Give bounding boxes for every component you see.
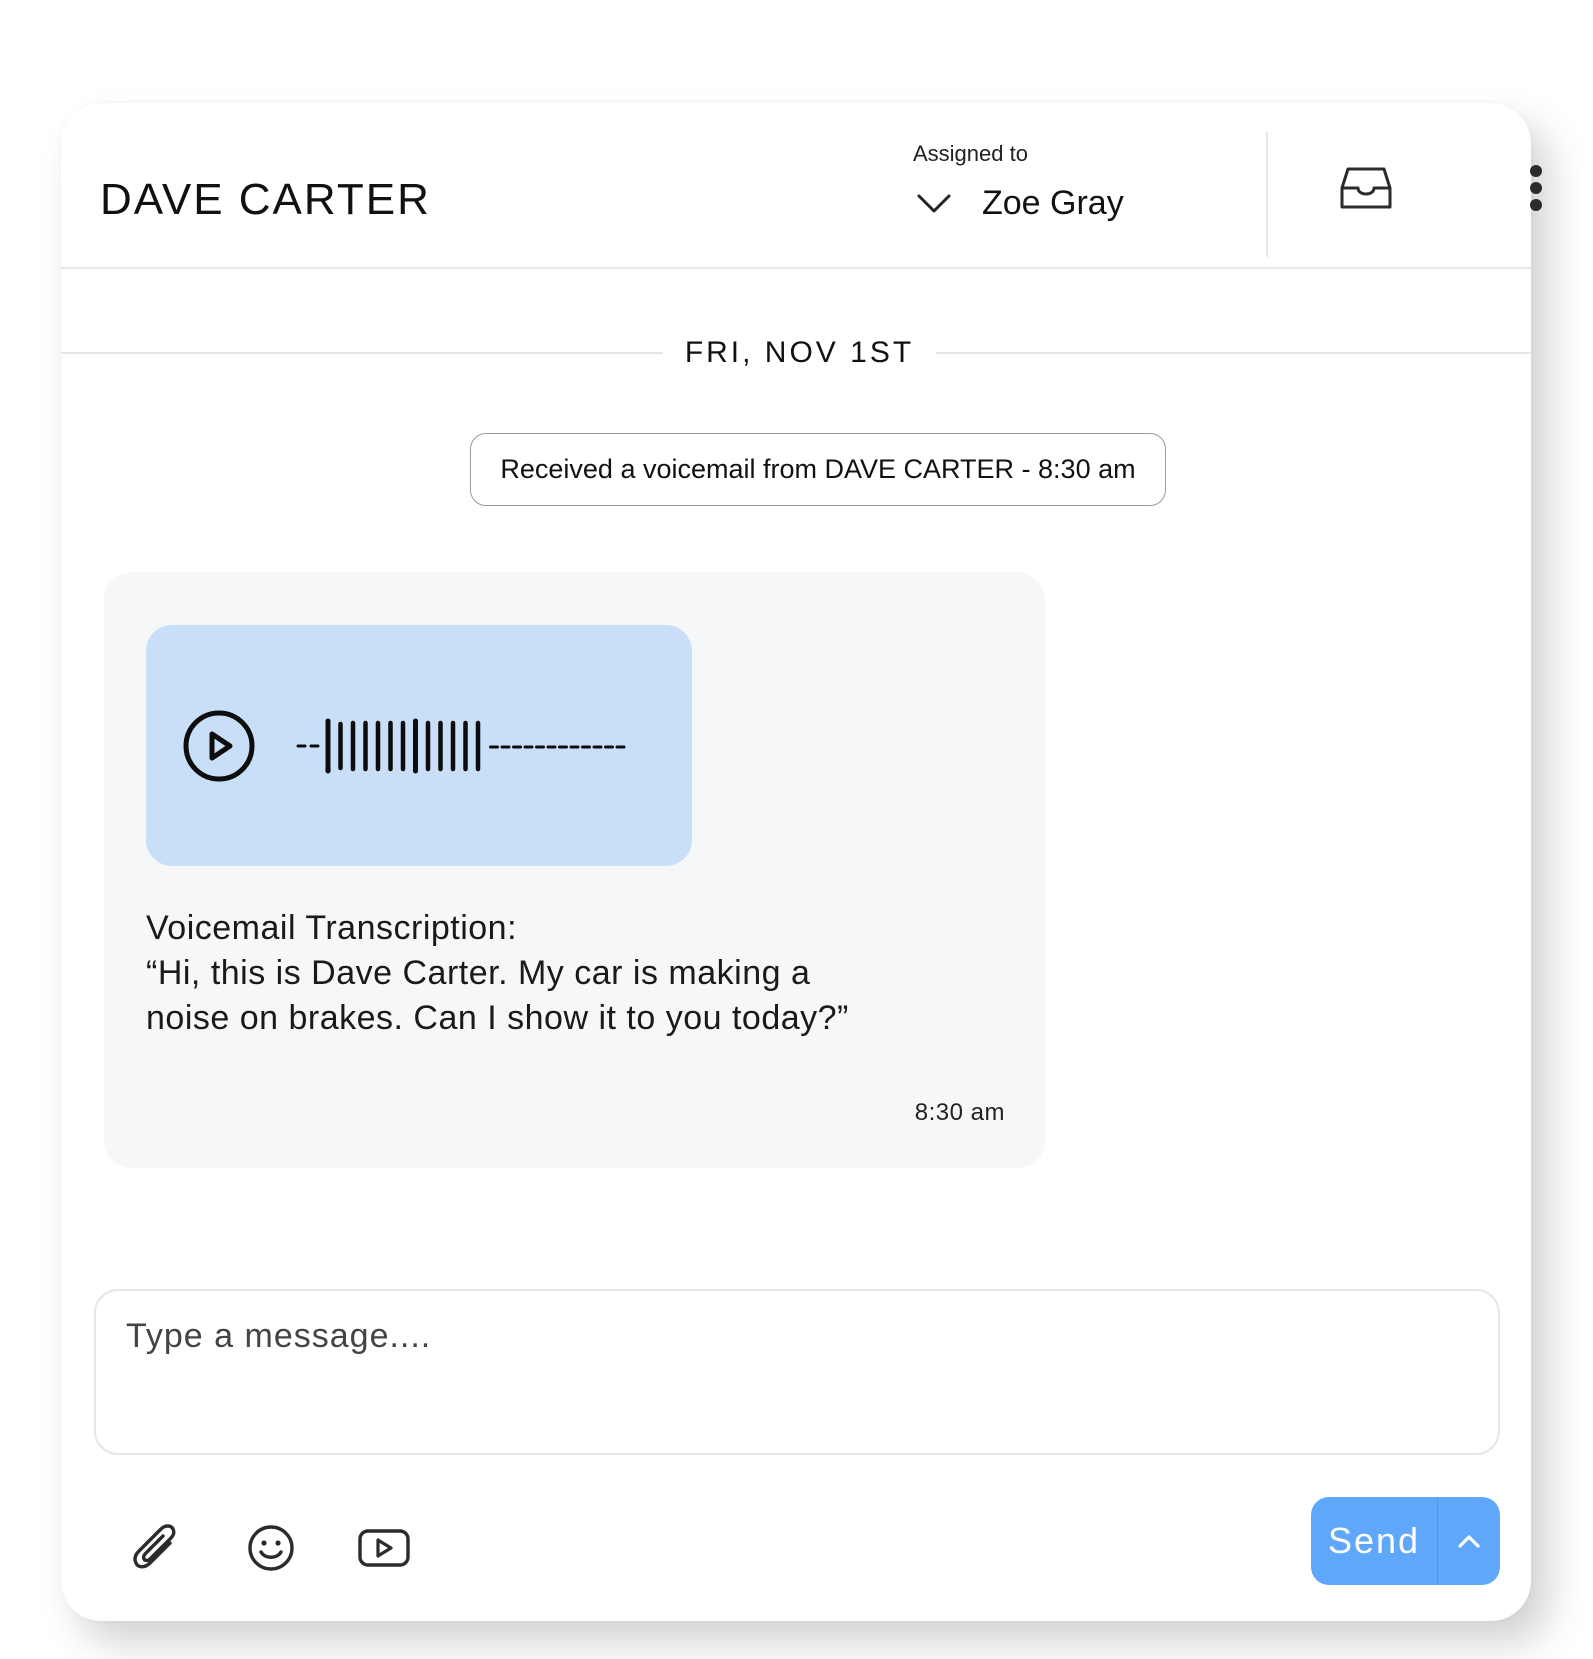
paperclip-icon xyxy=(133,1524,176,1569)
inbox-tray-icon xyxy=(1340,167,1392,209)
assignee-dropdown[interactable]: Zoe Gray xyxy=(916,178,1124,228)
message-timestamp: 8:30 am xyxy=(914,1099,1005,1126)
voicemail-message-bubble: Voicemail Transcription: “Hi, this is Da… xyxy=(104,572,1045,1168)
attach-file-button[interactable] xyxy=(127,1520,183,1576)
contact-name: DAVE CARTER xyxy=(100,175,431,224)
date-divider-line-left xyxy=(61,352,663,354)
send-button-group: Send xyxy=(1311,1497,1500,1585)
assignee-name: Zoe Gray xyxy=(982,184,1124,222)
inbox-button[interactable] xyxy=(1331,158,1401,218)
message-composer xyxy=(94,1289,1500,1455)
date-divider: FRI, NOV 1ST xyxy=(61,328,1531,378)
chevron-down-icon xyxy=(917,194,951,213)
video-play-icon xyxy=(358,1529,410,1567)
waveform-icon[interactable] xyxy=(296,713,666,779)
event-notice-text: Received a voicemail from DAVE CARTER - … xyxy=(500,454,1136,484)
transcription-line: noise on brakes. Can I show it to you to… xyxy=(146,999,849,1037)
voicemail-transcription: Voicemail Transcription: “Hi, this is Da… xyxy=(146,906,849,1041)
emoji-smile-icon xyxy=(248,1525,294,1571)
send-options-button[interactable] xyxy=(1438,1497,1500,1585)
voicemail-audio-player xyxy=(146,625,692,866)
date-label: FRI, NOV 1ST xyxy=(684,336,915,369)
more-options-button[interactable] xyxy=(1521,158,1551,218)
chevron-up-icon xyxy=(1458,1535,1480,1548)
conversation-panel: DAVE CARTER Assigned to Zoe Gray FRI, NO xyxy=(61,103,1542,1621)
assigned-to-label: Assigned to xyxy=(913,141,1028,166)
conversation-header: DAVE CARTER Assigned to Zoe Gray xyxy=(61,103,1542,269)
send-button[interactable]: Send xyxy=(1311,1497,1437,1585)
transcription-line: Voicemail Transcription: xyxy=(146,909,518,947)
emoji-button[interactable] xyxy=(243,1520,299,1576)
play-circle-icon[interactable] xyxy=(182,709,256,783)
more-vertical-icon xyxy=(1530,165,1542,211)
voicemail-event-notice: Received a voicemail from DAVE CARTER - … xyxy=(470,433,1166,506)
message-input[interactable] xyxy=(96,1291,1498,1453)
video-button[interactable] xyxy=(356,1520,412,1576)
date-divider-line-right xyxy=(936,352,1531,354)
transcription-line: “Hi, this is Dave Carter. My car is maki… xyxy=(146,954,811,992)
header-divider xyxy=(1266,132,1268,257)
